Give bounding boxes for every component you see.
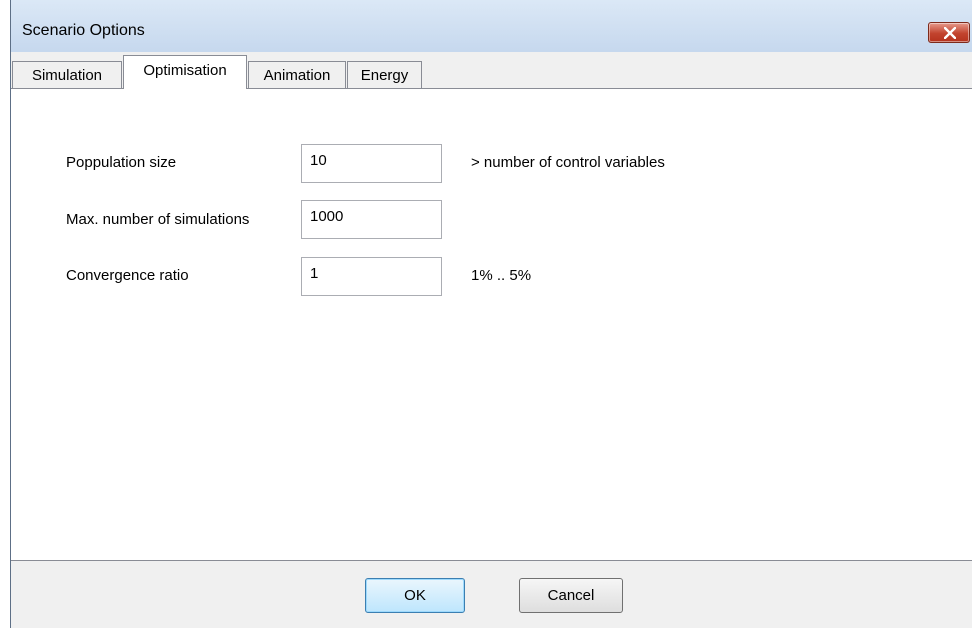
max-simulations-label: Max. number of simulations bbox=[66, 211, 250, 228]
convergence-ratio-label: Convergence ratio bbox=[66, 267, 189, 284]
convergence-ratio-hint: 1% .. 5% bbox=[471, 267, 532, 284]
tab-optimisation[interactable]: Optimisation bbox=[123, 55, 247, 89]
tab-energy[interactable]: Energy bbox=[347, 61, 422, 88]
close-icon bbox=[944, 27, 956, 39]
scenario-options-window: Scenario Options Simulation Optimisation… bbox=[10, 0, 972, 628]
convergence-ratio-input[interactable]: 1 bbox=[301, 257, 442, 296]
title-bar[interactable]: Scenario Options bbox=[11, 0, 972, 52]
tab-simulation[interactable]: Simulation bbox=[12, 61, 122, 88]
close-button[interactable] bbox=[928, 22, 970, 43]
cancel-button[interactable]: Cancel bbox=[519, 578, 623, 613]
button-bar: OK Cancel bbox=[11, 561, 972, 628]
population-size-input[interactable]: 10 bbox=[301, 144, 442, 183]
window-title: Scenario Options bbox=[22, 22, 145, 39]
population-size-hint: > number of control variables bbox=[471, 154, 665, 171]
ok-button[interactable]: OK bbox=[365, 578, 465, 613]
dialog-client-area: Simulation Optimisation Animation Energy… bbox=[11, 52, 972, 628]
population-size-label: Poppulation size bbox=[66, 154, 177, 171]
optimisation-panel: Poppulation size 10 > number of control … bbox=[11, 88, 972, 561]
tab-animation[interactable]: Animation bbox=[248, 61, 346, 88]
max-simulations-input[interactable]: 1000 bbox=[301, 200, 442, 239]
tab-strip: Simulation Optimisation Animation Energy bbox=[11, 52, 972, 89]
